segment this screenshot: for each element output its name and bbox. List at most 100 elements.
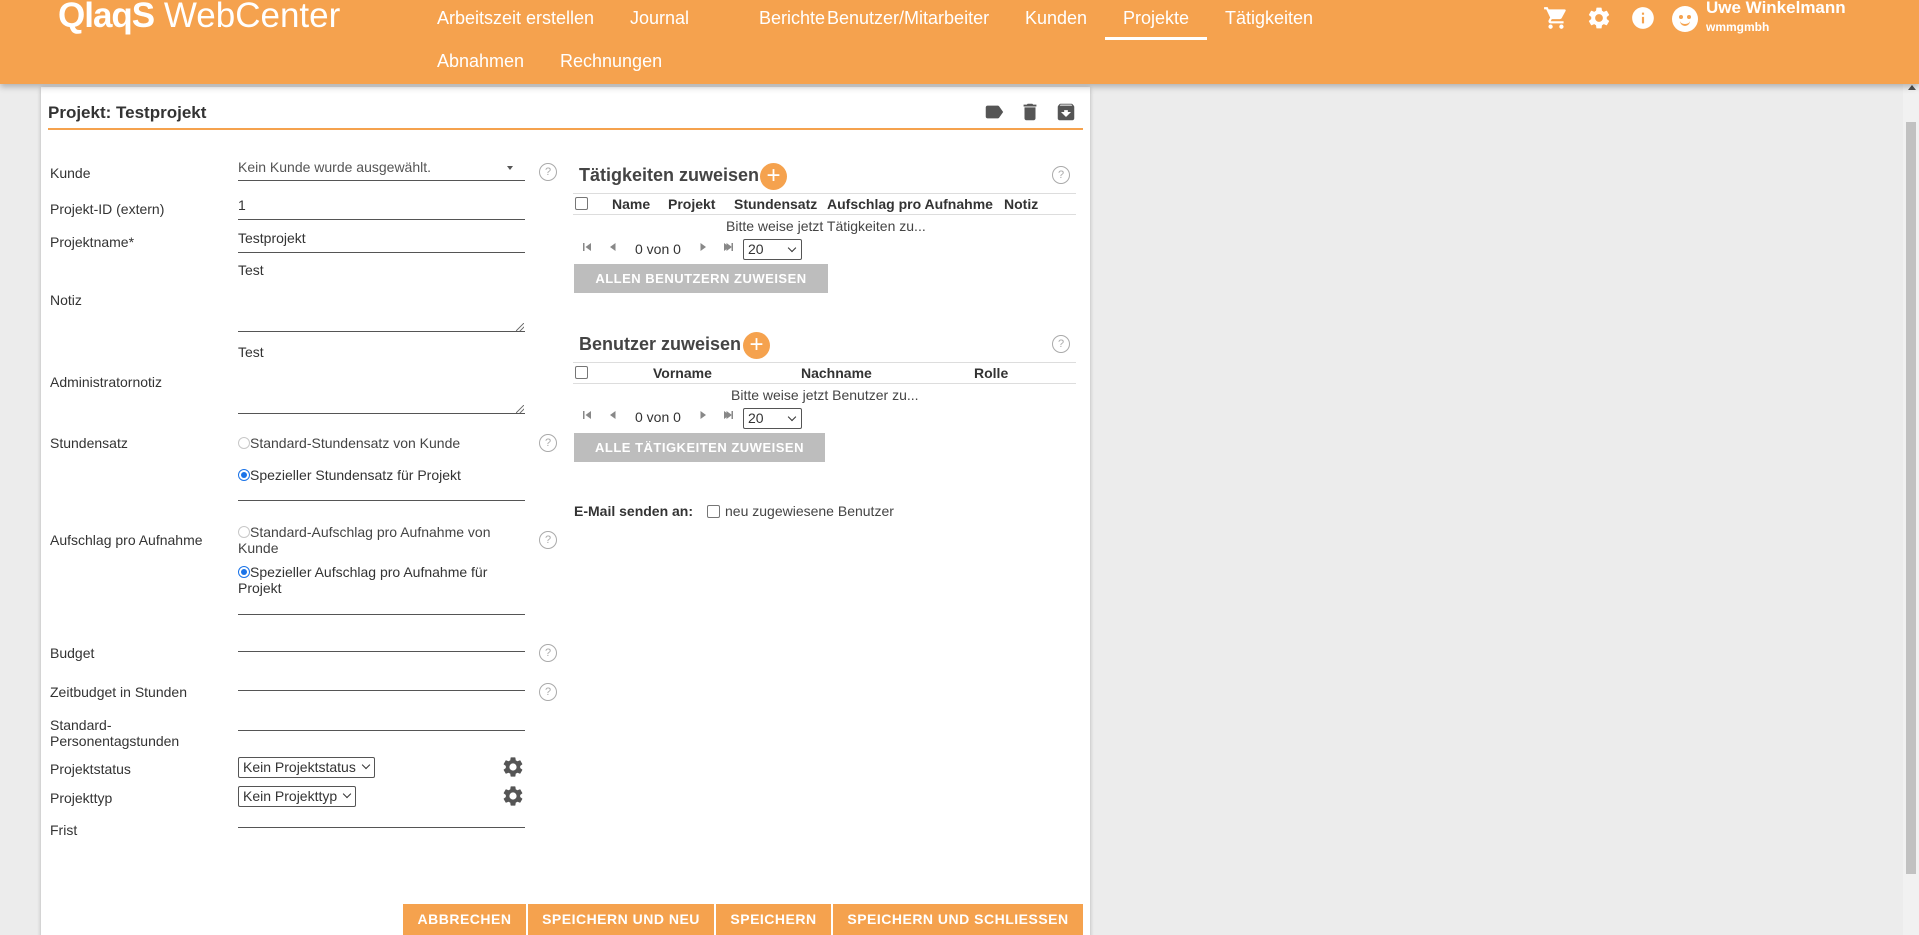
tag-icon[interactable] — [983, 101, 1005, 123]
aufschlag-help-icon[interactable]: ? — [539, 531, 557, 549]
benutzer-help-icon[interactable]: ? — [1052, 335, 1070, 353]
aufschlag-standard-radio[interactable]: Standard-Aufschlag pro Aufnahme von Kunde — [238, 524, 533, 556]
select-all-checkbox[interactable] — [575, 197, 588, 210]
email-new-users-label[interactable]: neu zugewiesene Benutzer — [725, 503, 894, 519]
next-page-icon[interactable] — [695, 239, 711, 255]
user-name[interactable]: Uwe Winkelmann — [1706, 0, 1846, 18]
nav-kunden[interactable]: Kunden — [1025, 8, 1087, 29]
stundensatz-input[interactable] — [238, 484, 525, 501]
notiz-resize-handle[interactable] — [516, 323, 524, 331]
notiz-textarea[interactable] — [238, 331, 525, 332]
kunde-help-icon[interactable]: ? — [539, 163, 557, 181]
save-and-close-button[interactable]: SPEICHERN UND SCHLIESSEN — [833, 904, 1083, 935]
zeitbudget-help-icon[interactable]: ? — [539, 683, 557, 701]
stundensatz-help-icon[interactable]: ? — [539, 434, 557, 452]
taetigkeiten-empty-message: Bitte weise jetzt Tätigkeiten zu... — [726, 218, 926, 234]
notiz-textarea-value[interactable]: Test — [238, 262, 264, 278]
aufschlag-input[interactable] — [238, 598, 525, 615]
settings-icon[interactable] — [1586, 5, 1612, 31]
first-page-icon[interactable] — [579, 407, 595, 423]
nav-benutzer-mitarbeiter[interactable]: Benutzer/Mitarbeiter — [827, 8, 989, 29]
column-header[interactable]: Rolle — [974, 365, 1008, 381]
column-header[interactable]: Name — [612, 196, 650, 212]
projektname-input[interactable]: Testprojekt — [238, 230, 525, 253]
projekttyp-settings-gear-icon[interactable] — [501, 784, 525, 808]
projekttyp-select[interactable]: Kein Projekttyp — [238, 786, 357, 807]
personentage-label: Standard- Personentagstunden — [50, 717, 180, 749]
stundensatz-special-radio[interactable]: Spezieller Stundensatz für Projekt — [238, 467, 533, 483]
adminnotiz-textarea[interactable] — [238, 413, 525, 414]
column-header[interactable]: Vorname — [653, 365, 712, 381]
trash-icon[interactable] — [1019, 101, 1041, 123]
column-header[interactable]: Aufschlag pro Aufnahme — [827, 196, 993, 212]
column-header[interactable]: Notiz — [1004, 196, 1038, 212]
first-page-icon[interactable] — [579, 239, 595, 255]
stundensatz-standard-radio[interactable]: Standard-Stundensatz von Kunde — [238, 435, 533, 451]
nav-taetigkeiten[interactable]: Tätigkeiten — [1225, 8, 1313, 29]
benutzer-page-indicator: 0 von 0 — [635, 409, 681, 425]
add-taetigkeit-button[interactable]: + — [760, 163, 787, 190]
adminnotiz-resize-handle[interactable] — [516, 405, 524, 413]
benutzer-empty-message: Bitte weise jetzt Benutzer zu... — [731, 387, 919, 403]
nav-arbeitszeit-erstellen[interactable]: Arbeitszeit erstellen — [437, 8, 594, 29]
column-header[interactable]: Projekt — [668, 196, 715, 212]
taetigkeiten-page-size-select[interactable]: 20 — [743, 239, 802, 260]
save-and-new-button[interactable]: SPEICHERN UND NEU — [528, 904, 714, 935]
alle-taetigkeiten-zuweisen-button[interactable]: ALLE TÄTIGKEITEN ZUWEISEN — [574, 433, 825, 462]
last-page-icon[interactable] — [721, 407, 737, 423]
column-header[interactable]: Stundensatz — [734, 196, 817, 212]
cancel-button[interactable]: ABBRECHEN — [403, 904, 526, 935]
budget-label: Budget — [50, 645, 95, 661]
last-page-icon[interactable] — [721, 239, 737, 255]
frist-input[interactable] — [238, 811, 525, 828]
zeitbudget-input[interactable] — [238, 674, 525, 691]
radio-unchecked-icon — [238, 526, 250, 538]
adminnotiz-textarea-value[interactable]: Test — [238, 344, 264, 360]
avatar-icon[interactable] — [1672, 6, 1698, 32]
scroll-up-arrow-icon[interactable] — [1908, 85, 1916, 90]
nav-abnahmen[interactable]: Abnahmen — [437, 51, 524, 72]
aufschlag-special-radio[interactable]: Spezieller Aufschlag pro Aufnahme für Pro… — [238, 564, 533, 596]
archive-icon[interactable] — [1055, 101, 1077, 123]
budget-help-icon[interactable]: ? — [539, 644, 557, 662]
projektstatus-settings-gear-icon[interactable] — [501, 755, 525, 779]
projekttyp-label: Projekttyp — [50, 790, 113, 806]
personentage-input[interactable] — [238, 714, 525, 731]
column-header[interactable]: Nachname — [801, 365, 872, 381]
add-benutzer-button[interactable]: + — [743, 332, 770, 359]
previous-page-icon[interactable] — [605, 407, 621, 423]
save-button[interactable]: SPEICHERN — [716, 904, 831, 935]
benutzer-page-size-select[interactable]: 20 — [743, 408, 802, 429]
nav-berichte[interactable]: Berichte — [759, 8, 825, 29]
user-organization: wmmgmbh — [1706, 20, 1770, 34]
previous-page-icon[interactable] — [605, 239, 621, 255]
taetigkeiten-section-title: Tätigkeiten zuweisen — [579, 165, 760, 185]
benutzer-section-title: Benutzer zuweisen — [579, 334, 742, 354]
nav-journal[interactable]: Journal — [630, 8, 689, 29]
nav-projekte[interactable]: Projekte — [1104, 8, 1208, 40]
budget-input[interactable] — [238, 635, 525, 652]
next-page-icon[interactable] — [695, 407, 711, 423]
stundensatz-label: Stundensatz — [50, 435, 128, 451]
cart-icon[interactable] — [1543, 5, 1569, 31]
email-new-users-checkbox[interactable] — [707, 505, 720, 518]
page-scrollbar-thumb[interactable] — [1906, 122, 1916, 874]
radio-checked-icon — [238, 469, 250, 481]
top-navigation-bar: QlaqS WebCenter Arbeitszeit erstellen Jo… — [0, 0, 1919, 84]
allen-benutzern-zuweisen-button[interactable]: ALLEN BENUTZERN ZUWEISEN — [574, 264, 828, 293]
info-icon[interactable] — [1630, 5, 1656, 31]
app-logo[interactable]: QlaqS WebCenter — [58, 0, 340, 36]
zeitbudget-label: Zeitbudget in Stunden — [50, 684, 187, 700]
frist-label: Frist — [50, 822, 78, 838]
projektstatus-select[interactable]: Kein Projektstatus — [238, 757, 375, 778]
nav-rechnungen[interactable]: Rechnungen — [560, 51, 662, 72]
radio-unchecked-icon — [238, 437, 250, 449]
kunde-select[interactable]: Kein Kunde wurde ausgewählt. — [238, 159, 525, 181]
taetigkeiten-page-indicator: 0 von 0 — [635, 241, 681, 257]
benutzer-table-header: Vorname Nachname Rolle — [573, 362, 1076, 384]
aufschlag-label: Aufschlag pro Aufnahme — [50, 532, 203, 548]
projekt-id-input[interactable]: 1 — [238, 197, 525, 220]
taetigkeiten-help-icon[interactable]: ? — [1052, 166, 1070, 184]
select-all-checkbox[interactable] — [575, 366, 588, 379]
radio-checked-icon — [238, 566, 250, 578]
